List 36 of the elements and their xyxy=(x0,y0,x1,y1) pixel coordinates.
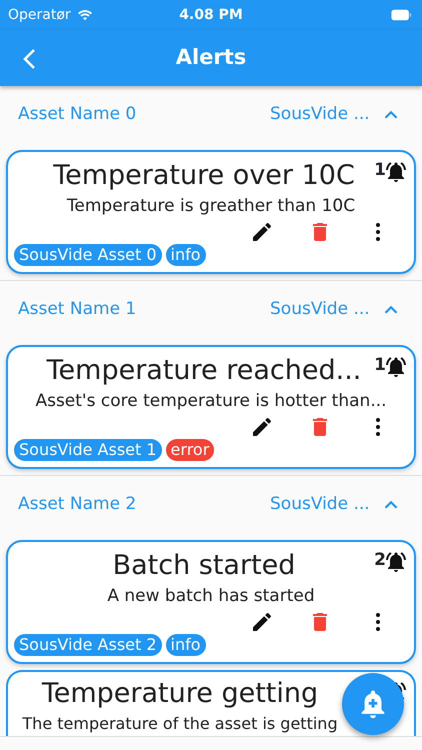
pencil-icon xyxy=(250,220,274,244)
alert-description: The temperature of the asset is getting xyxy=(21,713,339,735)
alert-card[interactable]: Batch started A new batch has started 2 SousVide Asset 2 info xyxy=(6,540,416,664)
tag: info xyxy=(166,634,206,656)
alert-count: 1 xyxy=(374,354,386,377)
alert-count: 2 xyxy=(374,549,386,572)
more-icon xyxy=(375,612,381,632)
wifi-icon xyxy=(76,7,94,23)
alert-title: Temperature getting xyxy=(42,677,318,711)
alert-card[interactable]: Temperature reached... Asset's core temperature is hotter than... 1 SousVide Asset 1 error xyxy=(6,345,416,469)
alert-description: Asset's core temperature is hotter than... xyxy=(34,390,388,413)
bell-icon xyxy=(384,160,408,184)
status-time: 4.08 PM xyxy=(179,6,243,25)
alert-description: A new batch has started xyxy=(106,585,316,608)
carrier-name: Operatør xyxy=(8,6,71,24)
pencil-icon xyxy=(250,415,274,439)
tag: SousVide Asset 0 xyxy=(14,244,162,266)
bell-icon xyxy=(384,550,408,574)
tag: SousVide Asset 2 xyxy=(14,634,162,656)
more-icon xyxy=(375,417,381,437)
tag: info xyxy=(166,244,206,266)
alert-count: 1 xyxy=(374,159,386,182)
asset-type: SousVide ... xyxy=(270,103,371,126)
asset-type: SousVide ... xyxy=(270,493,371,516)
pencil-icon xyxy=(250,610,274,634)
screen-title: Alerts xyxy=(176,44,246,72)
tag: error xyxy=(166,439,214,461)
alert-card[interactable]: Temperature over 10C Temperature is greather than 10C 1 SousVide Asset 0 info xyxy=(6,150,416,274)
tag: SousVide Asset 1 xyxy=(14,439,162,461)
more-icon xyxy=(375,222,381,242)
bell-icon xyxy=(384,355,408,379)
alert-title: Batch started xyxy=(112,549,296,583)
alert-title: Temperature reached... xyxy=(46,354,362,388)
alert-title: Temperature over 10C xyxy=(53,159,355,193)
alert-description: Temperature is greather than 10C xyxy=(66,195,356,218)
asset-type: SousVide ... xyxy=(270,298,371,322)
